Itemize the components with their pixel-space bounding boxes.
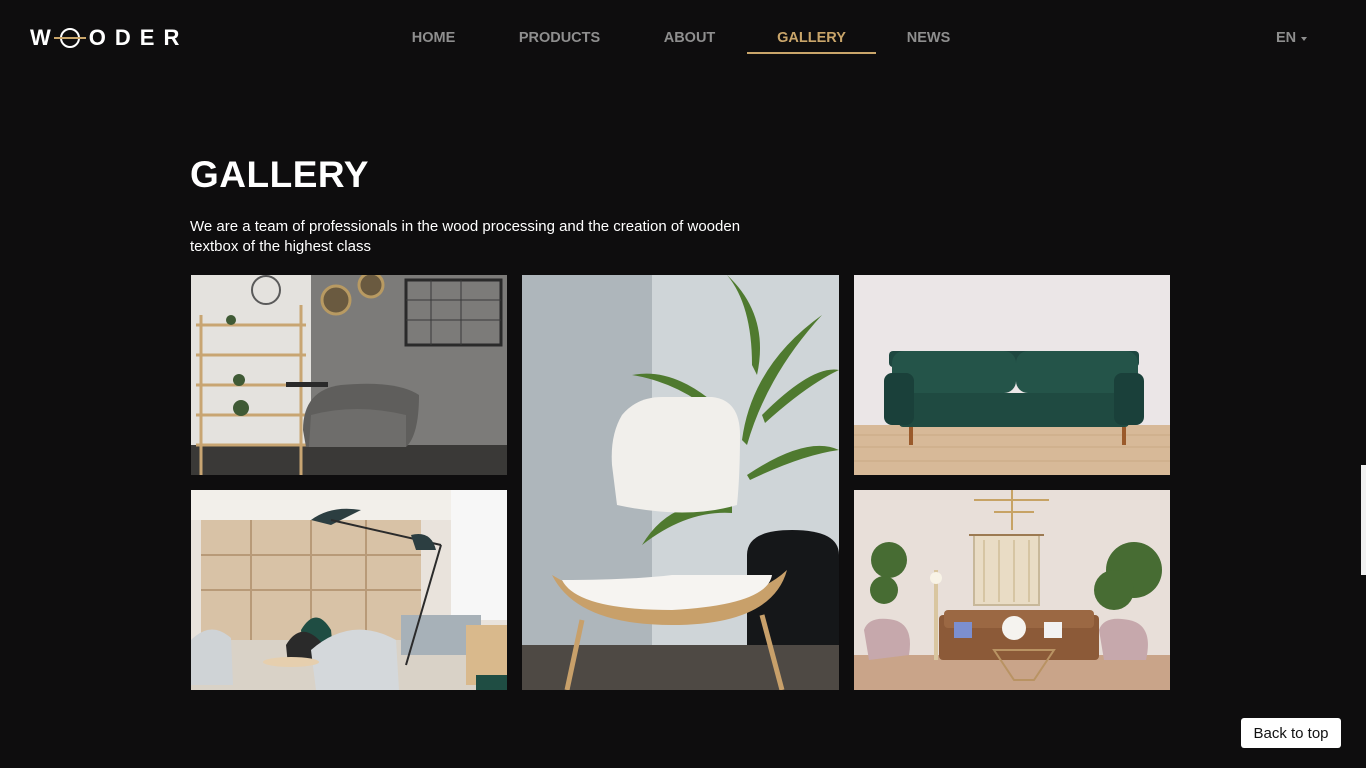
gallery-image-living-room[interactable] bbox=[854, 490, 1170, 690]
main-nav: HOME PRODUCTS ABOUT GALLERY NEWS bbox=[0, 0, 1366, 80]
language-label: EN bbox=[1276, 30, 1297, 46]
gallery-intro-text: We are a team of professionals in the wo… bbox=[190, 218, 741, 255]
scrollbar-thumb[interactable] bbox=[1361, 465, 1366, 575]
nav-home[interactable]: HOME bbox=[409, 30, 458, 54]
gallery-image-office-lounge[interactable] bbox=[191, 490, 507, 690]
language-selector[interactable]: EN bbox=[1276, 30, 1308, 46]
gallery-image-shelves-armchair[interactable] bbox=[191, 275, 507, 475]
gallery-image-white-chair-palm[interactable] bbox=[522, 275, 839, 690]
back-to-top-button[interactable]: Back to top bbox=[1241, 718, 1341, 748]
page-title: GALLERY bbox=[190, 154, 369, 195]
nav-about[interactable]: ABOUT bbox=[661, 30, 718, 54]
nav-gallery[interactable]: GALLERY bbox=[747, 30, 876, 54]
top-navigation-bar: W ODER HOME PRODUCTS ABOUT GALLERY NEWS E… bbox=[0, 0, 1366, 80]
caret-down-icon bbox=[1301, 36, 1308, 41]
nav-products[interactable]: PRODUCTS bbox=[516, 30, 603, 54]
gallery-image-green-sofa[interactable] bbox=[854, 275, 1170, 475]
nav-news[interactable]: NEWS bbox=[905, 30, 952, 54]
